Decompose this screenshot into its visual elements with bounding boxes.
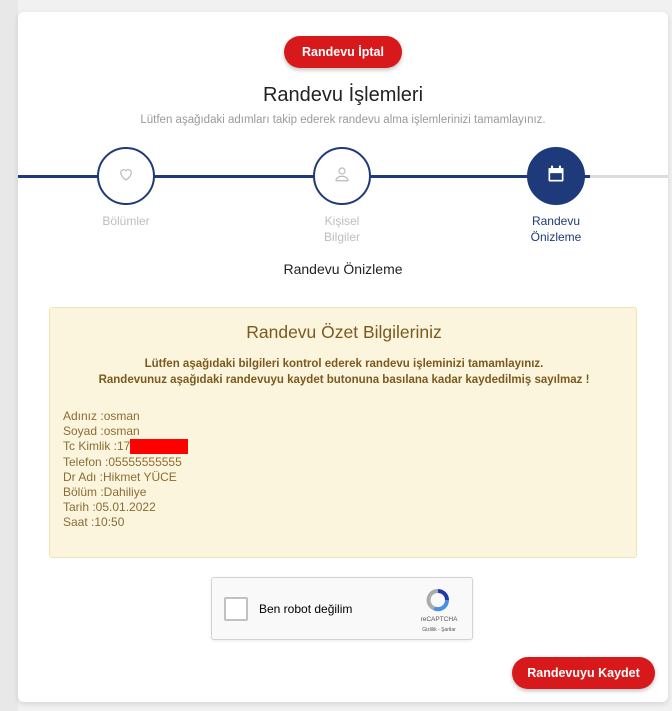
redaction-block: [130, 439, 189, 455]
step-label-preview: Randevu Önizleme: [530, 214, 582, 244]
user-icon: [333, 165, 351, 188]
page-subtitle: Lütfen aşağıdaki adımları takip ederek r…: [140, 114, 546, 126]
heart-icon: [117, 165, 135, 188]
appointment-card: Randevu İptal Randevu İşlemleri Lütfen a…: [18, 12, 668, 702]
summary-fields: Adınız :osman Soyad :osman Tc Kimlik :17…: [63, 409, 189, 531]
recaptcha-widget: Ben robot değilim reCAPTCHA Gizlilik - Ş…: [211, 577, 473, 640]
field-tc-row: Tc Kimlik :17: [63, 439, 189, 455]
step-personal-info: [313, 147, 371, 205]
stepper-line-remaining: [590, 175, 668, 178]
save-appointment-button[interactable]: Randevuyu Kaydet: [512, 657, 655, 689]
recaptcha-privacy-terms-link[interactable]: Gizlilik - Şartlar: [406, 627, 472, 633]
field-department: Bölüm :Dahiliye: [63, 485, 147, 500]
summary-notice-1: Lütfen aşağıdaki bilgileri kontrol edere…: [144, 358, 544, 370]
field-time: Saat :10:50: [63, 515, 125, 530]
calendar-icon: [546, 164, 566, 189]
field-surname: Soyad :osman: [63, 424, 140, 439]
step-departments: [97, 147, 155, 205]
recaptcha-checkbox[interactable]: [224, 597, 248, 621]
field-phone: Telefon :05555555555: [63, 454, 182, 469]
summary-title: Randevu Özet Bilgileriniz: [246, 322, 442, 342]
step-label-personal-info: Kişisel Bilgiler: [323, 214, 360, 244]
field-tc: Tc Kimlik :17: [63, 439, 131, 454]
summary-notice-2: Randevunuz aşağıdaki randevuyu kaydet bu…: [98, 374, 590, 386]
field-date: Tarih :05.01.2022: [63, 500, 156, 515]
summary-panel: Randevu Özet Bilgileriniz Lütfen aşağıda…: [49, 307, 637, 558]
recaptcha-brand: reCAPTCHA: [420, 616, 458, 623]
recaptcha-label: Ben robot değilim: [259, 602, 353, 616]
cancel-appointment-button[interactable]: Randevu İptal: [284, 36, 402, 68]
step-preview: [527, 147, 585, 205]
page-background-strip: [0, 0, 18, 711]
recaptcha-logo-icon: [424, 586, 452, 619]
step-label-departments: Bölümler: [102, 214, 150, 228]
field-doctor: Dr Adı :Hikmet YÜCE: [63, 469, 177, 484]
field-name: Adınız :osman: [63, 409, 140, 423]
preview-section-title: Randevu Önizleme: [283, 261, 403, 277]
page-title: Randevu İşlemleri: [262, 84, 424, 106]
